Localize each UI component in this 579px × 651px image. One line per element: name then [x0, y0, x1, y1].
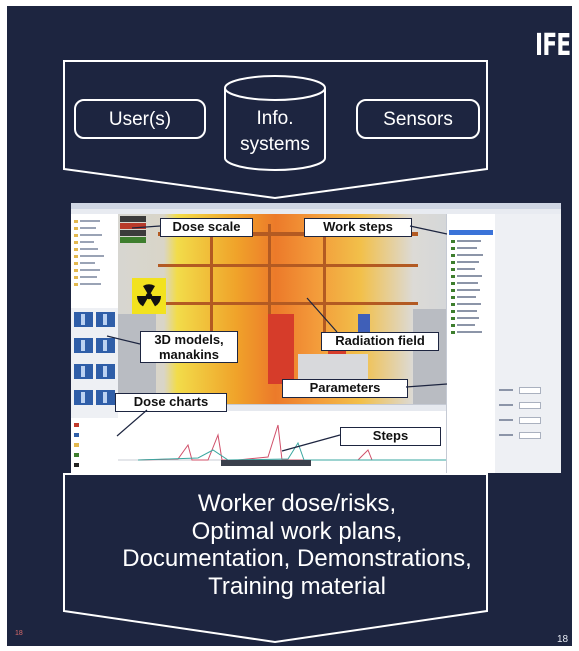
margin-page-number: 18	[15, 630, 23, 637]
output-line: Training material	[208, 572, 386, 600]
outputs-text: Worker dose/risks, Optimal work plans, D…	[67, 490, 527, 600]
page-number: 18	[557, 634, 569, 645]
output-line: Optimal work plans,	[191, 517, 403, 545]
output-line: Worker dose/risks,	[197, 490, 397, 517]
output-line: Documentation, Demonstrations,	[122, 545, 472, 572]
slide: IFE User(s) Info. systems Sensors Dose s…	[7, 6, 572, 646]
